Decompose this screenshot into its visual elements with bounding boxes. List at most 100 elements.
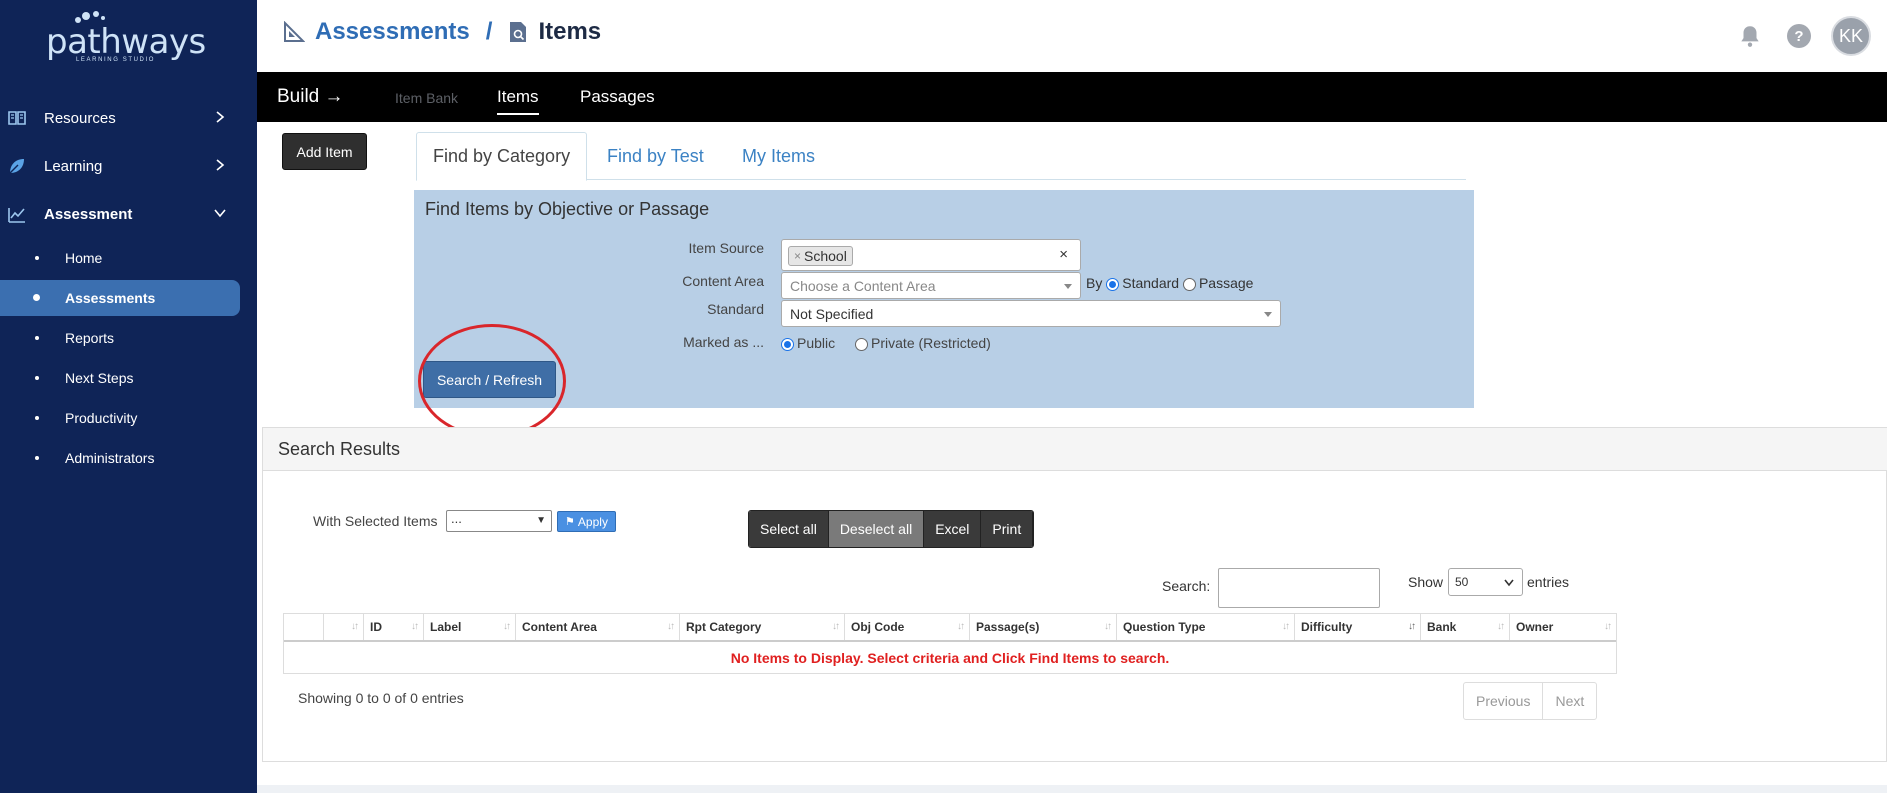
sidebar-item-resources[interactable]: Resources (0, 98, 257, 138)
print-button[interactable]: Print (981, 511, 1034, 547)
search-results-panel: Search Results With Selected Items ... ▼… (262, 427, 1887, 762)
sort-icon: ↓↑ (957, 621, 965, 632)
sort-icon: ↓↑ (1604, 621, 1612, 632)
next-button[interactable]: Next (1543, 683, 1596, 719)
item-source-label: Item Source (688, 240, 764, 256)
column-header-id[interactable]: ID ↓↑ (364, 614, 424, 640)
pathways-logo[interactable]: pathways LEARNING STUDIO (42, 8, 206, 64)
column-header-content-area[interactable]: Content Area ↓↑ (516, 614, 680, 640)
breadcrumb-assessments-link[interactable]: Assessments (315, 18, 470, 46)
column-header-obj-code[interactable]: Obj Code ↓↑ (845, 614, 970, 640)
with-selected-value: ... (451, 511, 462, 526)
standard-value: Not Specified (790, 305, 874, 322)
column-header-difficulty[interactable]: Difficulty ↓↑ (1295, 614, 1421, 640)
nav-passages[interactable]: Passages (580, 87, 655, 107)
with-selected-label: With Selected Items (313, 513, 438, 529)
bullet-icon (35, 456, 39, 460)
content-area-placeholder: Choose a Content Area (790, 277, 936, 294)
sidebar-item-home[interactable]: Home (0, 240, 240, 276)
column-header-select[interactable]: ↓↑ (324, 614, 364, 640)
caret-down-icon (1264, 312, 1272, 317)
sort-icon: ↓↑ (351, 621, 359, 632)
tab-my-items[interactable]: My Items (726, 132, 831, 180)
public-radio[interactable] (781, 337, 794, 351)
breadcrumb-separator: / (485, 18, 493, 45)
sidebar-item-label: Learning (44, 157, 103, 175)
chevron-down-icon (1504, 579, 1514, 587)
sidebar-item-label: Next Steps (65, 370, 134, 386)
content-area-label: Content Area (682, 273, 764, 289)
sort-icon: ↓↑ (1282, 621, 1290, 632)
table-header-row: ↓↑ ID ↓↑ Label ↓↑ Content Area ↓↑ Rpt Categ… (284, 614, 1616, 642)
with-selected-select[interactable]: ... ▼ (446, 510, 552, 532)
item-source-multiselect[interactable]: × School × (781, 239, 1081, 271)
build-menu[interactable]: Build → (277, 86, 344, 108)
chevron-down-icon: ▼ (536, 515, 546, 526)
sidebar-item-learning[interactable]: Learning (0, 146, 257, 186)
column-header-owner[interactable]: Owner ↓↑ (1510, 614, 1616, 640)
column-header-bank[interactable]: Bank ↓↑ (1421, 614, 1510, 640)
select-all-button[interactable]: Select all (749, 511, 829, 547)
chart-icon (8, 208, 25, 223)
deselect-all-button[interactable]: Deselect all (828, 511, 925, 547)
by-passage-radio[interactable] (1182, 277, 1196, 291)
bell-icon[interactable] (1737, 23, 1763, 49)
chevron-right-icon (216, 111, 225, 123)
private-label: Private (Restricted) (871, 335, 991, 351)
show-label: Show (1408, 574, 1444, 590)
sidebar-item-administrators[interactable]: Administrators (0, 440, 240, 476)
by-passage-label: Passage (1198, 275, 1254, 291)
top-header: Assessments / Items ? KK (257, 0, 1887, 72)
column-header-passages[interactable]: Passage(s) ↓↑ (970, 614, 1117, 640)
help-icon[interactable]: ? (1787, 24, 1811, 48)
sort-icon: ↓↑ (667, 621, 675, 632)
sidebar-item-productivity[interactable]: Productivity (0, 400, 240, 436)
sort-icon: ↓↑ (411, 621, 419, 632)
empty-message: No Items to Display. Select criteria and… (730, 649, 1170, 666)
column-header-rpt-category[interactable]: Rpt Category ↓↑ (680, 614, 845, 640)
marked-as-label: Marked as ... (683, 334, 764, 350)
entries-per-page-select[interactable]: 50 (1448, 568, 1523, 596)
header-actions: ? KK (1737, 16, 1871, 56)
entries-label: entries (1527, 574, 1570, 590)
sidebar-item-assessment[interactable]: Assessment (0, 194, 257, 234)
pagination: Previous Next (1463, 682, 1598, 720)
footer-strip (257, 785, 1887, 793)
nav-items[interactable]: Items (497, 87, 539, 115)
sidebar-item-label: Reports (65, 330, 115, 346)
find-items-panel: Find Items by Objective or Passage Item … (414, 190, 1474, 408)
showing-entries-text: Showing 0 to 0 of 0 entries (298, 690, 464, 706)
ruler-triangle-icon (284, 21, 305, 42)
tab-find-by-test[interactable]: Find by Test (591, 132, 720, 180)
find-panel-title: Find Items by Objective or Passage (425, 199, 710, 219)
add-item-button[interactable]: Add Item (282, 133, 367, 170)
nav-item-bank[interactable]: Item Bank (395, 90, 458, 106)
bullet-icon (35, 376, 39, 380)
tab-find-by-category[interactable]: Find by Category (416, 132, 588, 181)
chip-remove-icon[interactable]: × (794, 249, 801, 263)
standard-select[interactable]: Not Specified (781, 300, 1281, 327)
by-standard-radio[interactable] (1106, 277, 1120, 291)
previous-button[interactable]: Previous (1464, 683, 1544, 719)
sidebar-item-reports[interactable]: Reports (0, 320, 240, 356)
build-navbar: Build → Item Bank Items Passages (257, 72, 1887, 122)
clear-icon[interactable]: × (1059, 246, 1068, 263)
table-search-input[interactable] (1218, 568, 1380, 608)
private-radio[interactable] (855, 337, 869, 351)
highlight-circle (418, 324, 566, 438)
excel-button[interactable]: Excel (924, 511, 982, 547)
sidebar-item-label: Assessments (65, 290, 156, 306)
leaf-icon (9, 159, 24, 174)
content-area-select[interactable]: Choose a Content Area (781, 272, 1081, 299)
sidebar-item-next-steps[interactable]: Next Steps (0, 360, 240, 396)
book-icon (8, 111, 26, 125)
by-radio-group: By Standard Passage (1086, 275, 1253, 291)
sort-icon: ↓↑ (1104, 621, 1112, 632)
sidebar-item-label: Resources (44, 109, 116, 127)
sidebar-item-assessments[interactable]: Assessments (0, 280, 240, 316)
column-header-label[interactable]: Label ↓↑ (424, 614, 516, 640)
column-header-question-type[interactable]: Question Type ↓↑ (1117, 614, 1295, 640)
marked-radio-group: Public Private (Restricted) (781, 335, 991, 351)
avatar[interactable]: KK (1831, 16, 1871, 56)
apply-button[interactable]: ⚑ Apply (557, 511, 616, 532)
